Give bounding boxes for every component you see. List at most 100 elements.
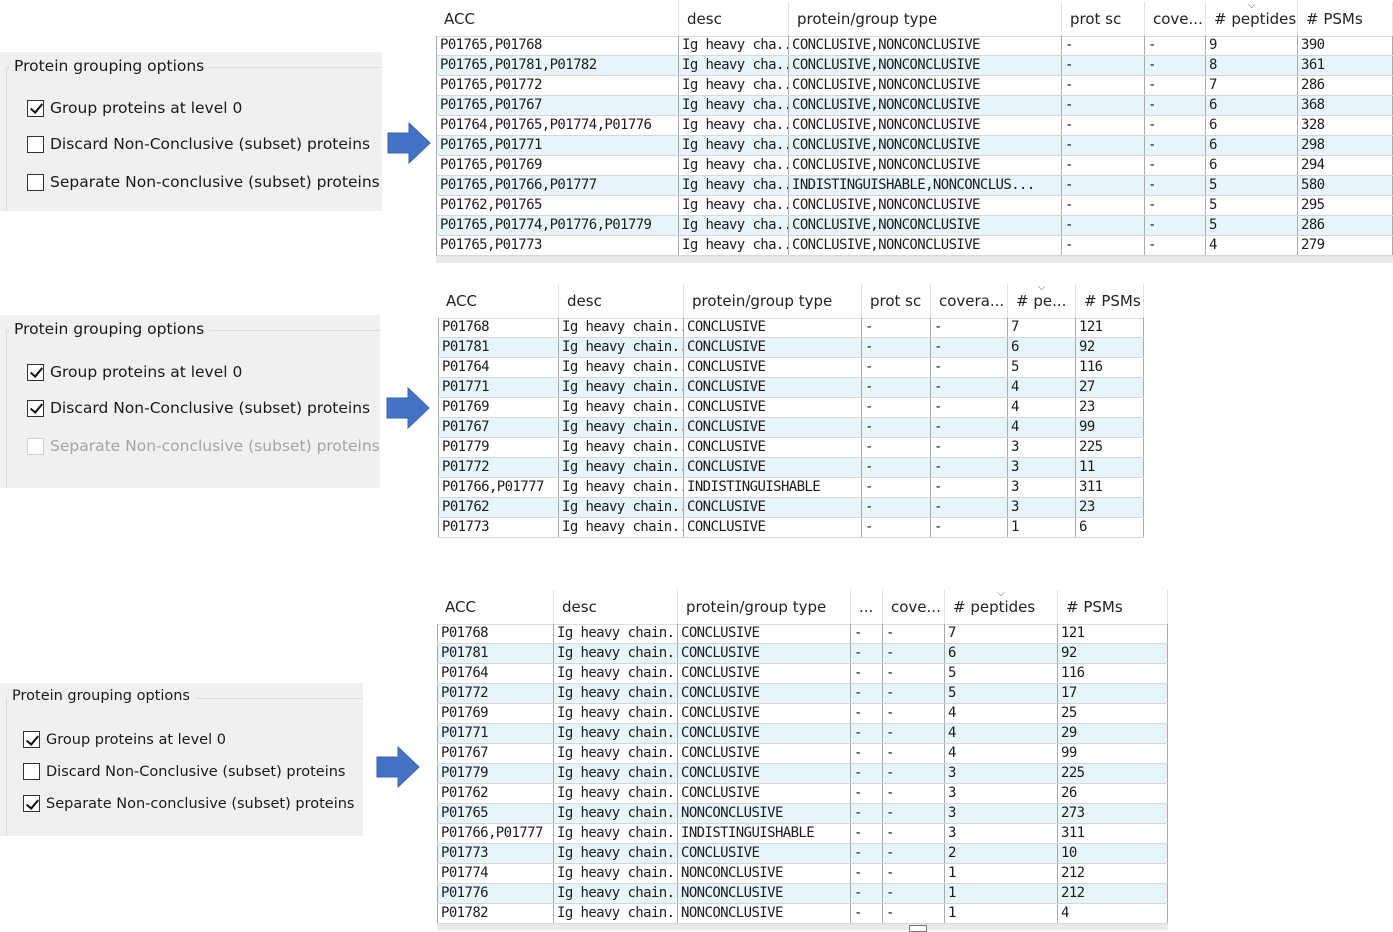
- table-row[interactable]: P01765,P01774,P01776,P01779 Ig heavy cha.…: [436, 216, 1393, 236]
- table-row[interactable]: P01766,P01777 Ig heavy chain... INDISTINGU…: [437, 824, 1168, 844]
- separate-nonconclusive-option[interactable]: Separate Non-conclusive (subset) protein…: [27, 173, 380, 191]
- table-cell: -: [862, 358, 931, 377]
- table-cell: P01765,P01768: [436, 36, 679, 55]
- separate-nonconclusive-option[interactable]: Separate Non-conclusive (subset) protein…: [27, 437, 380, 455]
- table-cell: -: [883, 884, 945, 903]
- column-header[interactable]: prot sc: [1062, 2, 1145, 36]
- column-header[interactable]: cove...: [883, 590, 945, 624]
- table-cell: P01766,P01777: [438, 478, 559, 497]
- column-header[interactable]: ACC: [437, 590, 554, 624]
- table-cell: P01765,P01767: [436, 96, 679, 115]
- table-row[interactable]: P01767 Ig heavy chain... CONCLUSIVE - -4 99: [438, 418, 1144, 438]
- column-header[interactable]: ACC: [438, 284, 559, 318]
- table-row[interactable]: P01768 Ig heavy chain... CONCLUSIVE - -7 121: [437, 624, 1168, 644]
- table-cell: P01762: [437, 784, 554, 803]
- table-row[interactable]: P01779 Ig heavy chain... CONCLUSIVE - -3 225: [437, 764, 1168, 784]
- protein-grouping-options-panel-1: Protein grouping options Group proteins …: [0, 52, 382, 211]
- column-header[interactable]: ...: [851, 590, 883, 624]
- table-cell: -: [931, 458, 1008, 477]
- table-row[interactable]: P01764 Ig heavy chain... CONCLUSIVE - -5 116: [438, 358, 1144, 378]
- column-header[interactable]: desc: [679, 2, 789, 36]
- table-row[interactable]: P01762 Ig heavy chain... CONCLUSIVE - -3 23: [438, 498, 1144, 518]
- table-cell: -: [862, 318, 931, 337]
- table-row[interactable]: P01772 Ig heavy chain... CONCLUSIVE - -3 11: [438, 458, 1144, 478]
- table-cell: 5: [945, 664, 1058, 683]
- table-row[interactable]: P01773 Ig heavy chain... CONCLUSIVE - -1 6: [438, 518, 1144, 538]
- separate-nonconclusive-option[interactable]: Separate Non-conclusive (subset) protein…: [23, 795, 354, 812]
- table-row[interactable]: P01765,P01771 Ig heavy cha... CONCLUSIVE,N…: [436, 136, 1393, 156]
- table-row[interactable]: P01779 Ig heavy chain... CONCLUSIVE - -3 225: [438, 438, 1144, 458]
- table-row[interactable]: P01765,P01768 Ig heavy cha... CONCLUSIVE,N…: [436, 36, 1393, 56]
- discard-nonconclusive-option[interactable]: Discard Non-Conclusive (subset) proteins: [27, 399, 370, 417]
- table-row[interactable]: P01771 Ig heavy chain... CONCLUSIVE - -4 29: [437, 724, 1168, 744]
- table-row[interactable]: P01765,P01766,P01777 Ig heavy cha... INDIS…: [436, 176, 1393, 196]
- table-cell: P01776: [437, 884, 554, 903]
- table-row[interactable]: P01765,P01781,P01782 Ig heavy cha... CONCL…: [436, 56, 1393, 76]
- table-row[interactable]: P01762,P01765 Ig heavy cha... CONCLUSIVE,N…: [436, 196, 1393, 216]
- checkbox-icon[interactable]: [23, 795, 40, 812]
- table-row[interactable]: P01767 Ig heavy chain... CONCLUSIVE - -4 99: [437, 744, 1168, 764]
- column-header[interactable]: protein/group type: [789, 2, 1062, 36]
- table-cell: 225: [1076, 438, 1144, 457]
- column-header[interactable]: # peptides ⌵: [945, 590, 1058, 624]
- table-row[interactable]: P01782 Ig heavy chain... NONCONCLUSIVE - -1 4: [437, 904, 1168, 924]
- group-level0-option[interactable]: Group proteins at level 0: [27, 363, 242, 381]
- checkbox-icon[interactable]: [27, 363, 44, 381]
- table-row[interactable]: P01765,P01769 Ig heavy cha... CONCLUSIVE,N…: [436, 156, 1393, 176]
- table-row[interactable]: P01765,P01773 Ig heavy cha... CONCLUSIVE,N…: [436, 236, 1393, 256]
- column-header[interactable]: # peptides ⌵: [1206, 2, 1298, 36]
- table-cell: Ig heavy chain...: [559, 378, 684, 397]
- table-row[interactable]: P01776 Ig heavy chain... NONCONCLUSIVE - -1 2…: [437, 884, 1168, 904]
- table-row[interactable]: P01765,P01772 Ig heavy cha... CONCLUSIVE,N…: [436, 76, 1393, 96]
- table-row[interactable]: P01765 Ig heavy chain... NONCONCLUSIVE - -3 2…: [437, 804, 1168, 824]
- checkbox-icon[interactable]: [27, 99, 44, 117]
- table-row[interactable]: P01769 Ig heavy chain... CONCLUSIVE - -4 25: [437, 704, 1168, 724]
- table-cell: 6: [1206, 96, 1298, 115]
- column-header[interactable]: covera...: [931, 284, 1008, 318]
- table-cell: -: [931, 498, 1008, 517]
- column-header[interactable]: protein/group type: [684, 284, 862, 318]
- horizontal-scrollbar[interactable]: [436, 256, 1393, 263]
- table-row[interactable]: P01774 Ig heavy chain... NONCONCLUSIVE - -1 2…: [437, 864, 1168, 884]
- checkbox-icon[interactable]: [27, 135, 44, 153]
- column-header[interactable]: # PSMs: [1058, 590, 1168, 624]
- option-label: Discard Non-Conclusive (subset) proteins: [50, 399, 371, 417]
- checkbox-icon[interactable]: [27, 173, 44, 191]
- column-header[interactable]: cove...: [1145, 2, 1206, 36]
- table-row[interactable]: P01781 Ig heavy chain... CONCLUSIVE - -6 92: [437, 644, 1168, 664]
- table-cell: -: [1145, 196, 1206, 215]
- table-row[interactable]: P01765,P01767 Ig heavy cha... CONCLUSIVE,N…: [436, 96, 1393, 116]
- column-header[interactable]: protein/group type: [678, 590, 851, 624]
- table-row[interactable]: P01766,P01777 Ig heavy chain... INDISTINGU…: [438, 478, 1144, 498]
- table-row[interactable]: P01764 Ig heavy chain... CONCLUSIVE - -5 116: [437, 664, 1168, 684]
- table-row[interactable]: P01769 Ig heavy chain... CONCLUSIVE - -4 23: [438, 398, 1144, 418]
- checkbox-icon[interactable]: [23, 763, 40, 780]
- table-row[interactable]: P01772 Ig heavy chain... CONCLUSIVE - -5 17: [437, 684, 1168, 704]
- table-row[interactable]: P01771 Ig heavy chain... CONCLUSIVE - -4 27: [438, 378, 1144, 398]
- table-cell: 1: [945, 884, 1058, 903]
- column-header[interactable]: # PSMs: [1076, 284, 1144, 318]
- table-row[interactable]: P01764,P01765,P01774,P01776 Ig heavy cha.…: [436, 116, 1393, 136]
- table-cell: -: [883, 664, 945, 683]
- group-level0-option[interactable]: Group proteins at level 0: [27, 99, 242, 117]
- table-cell: P01781: [437, 644, 554, 663]
- column-header[interactable]: ACC: [436, 2, 679, 36]
- table-cell: -: [851, 904, 883, 923]
- column-header[interactable]: # PSMs: [1298, 2, 1393, 36]
- checkbox-icon[interactable]: [27, 399, 44, 417]
- column-header[interactable]: desc: [559, 284, 684, 318]
- table-row[interactable]: P01773 Ig heavy chain... CONCLUSIVE - -2 10: [437, 844, 1168, 864]
- discard-nonconclusive-option[interactable]: Discard Non-Conclusive (subset) proteins: [23, 763, 345, 780]
- discard-nonconclusive-option[interactable]: Discard Non-Conclusive (subset) proteins: [27, 135, 370, 153]
- checkbox-icon[interactable]: [23, 731, 40, 748]
- column-header[interactable]: desc: [554, 590, 678, 624]
- horizontal-scrollbar[interactable]: [437, 924, 1168, 930]
- column-header[interactable]: # pe... ⌵: [1008, 284, 1076, 318]
- scrollbar-thumb[interactable]: [909, 925, 927, 932]
- table-cell: CONCLUSIVE: [684, 438, 862, 457]
- table-row[interactable]: P01762 Ig heavy chain... CONCLUSIVE - -3 26: [437, 784, 1168, 804]
- group-level0-option[interactable]: Group proteins at level 0: [23, 731, 226, 748]
- table-row[interactable]: P01781 Ig heavy chain... CONCLUSIVE - -6 92: [438, 338, 1144, 358]
- table-row[interactable]: P01768 Ig heavy chain... CONCLUSIVE - -7 121: [438, 318, 1144, 338]
- column-header[interactable]: prot sc: [862, 284, 931, 318]
